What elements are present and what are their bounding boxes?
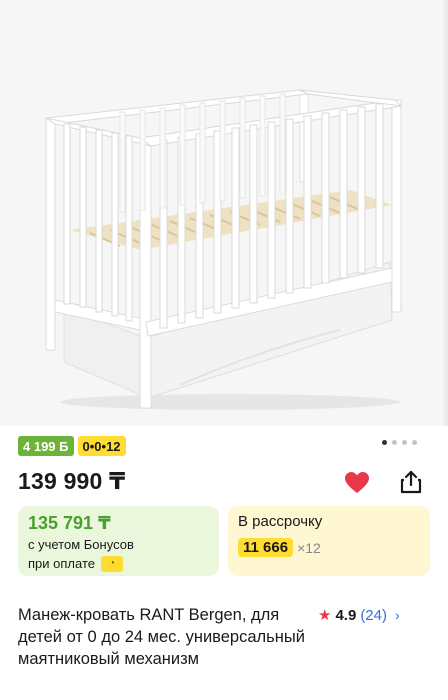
installment-row: 11 666 ×12 [238,538,420,557]
favorite-button[interactable] [342,468,372,498]
gallery-dot[interactable] [412,440,417,445]
installment-multiplier: ×12 [297,539,321,556]
gallery-dot[interactable] [382,440,387,445]
gallery-pagination[interactable] [382,440,417,445]
gallery-dot[interactable] [402,440,407,445]
installment-badge-label: 0•0•12 [82,438,121,454]
star-icon: ★ [318,607,332,624]
bonus-price-card[interactable]: 135 791 ₸ с учетом Бонусов при оплате ◔ [18,506,219,576]
rating-score: 4.9 [335,606,357,624]
bonus-price: 135 791 ₸ [28,513,111,533]
installment-badge: 0•0•12 [77,436,126,456]
payment-logo-icon: ◔ [100,556,123,572]
crib-illustration [0,0,448,426]
bonus-badge: 4 199 Б [18,436,74,456]
share-icon [400,470,422,494]
product-image[interactable] [0,0,448,426]
installment-card[interactable]: В рассрочку 11 666 ×12 [228,506,430,576]
bonus-note-text: с учетом Бонусов [28,537,134,552]
heart-icon [345,472,369,493]
share-button[interactable] [396,467,426,497]
rating-link[interactable]: ★ 4.9 (24) › [318,606,400,625]
badge-row: 4 199 Б 0•0•12 [18,436,126,456]
image-edge [442,0,448,426]
chevron-right-icon: › [395,607,400,623]
bonus-badge-label: 4 199 Б [23,438,69,454]
installment-title: В рассрочку [238,513,323,530]
product-title: Манеж-кровать RANT Bergen, для детей от … [18,606,305,668]
bonus-pay-text: при оплате [28,556,95,571]
price-row: 139 990 ₸ [18,466,430,500]
reviews-count: (24) [360,606,387,624]
bonus-note-line2: при оплате ◔ [28,556,209,572]
gallery-dot[interactable] [392,440,397,445]
bonus-note-line1: с учетом Бонусов [28,537,209,553]
product-price: 139 990 ₸ [18,468,126,494]
installment-monthly: 11 666 [238,538,294,557]
